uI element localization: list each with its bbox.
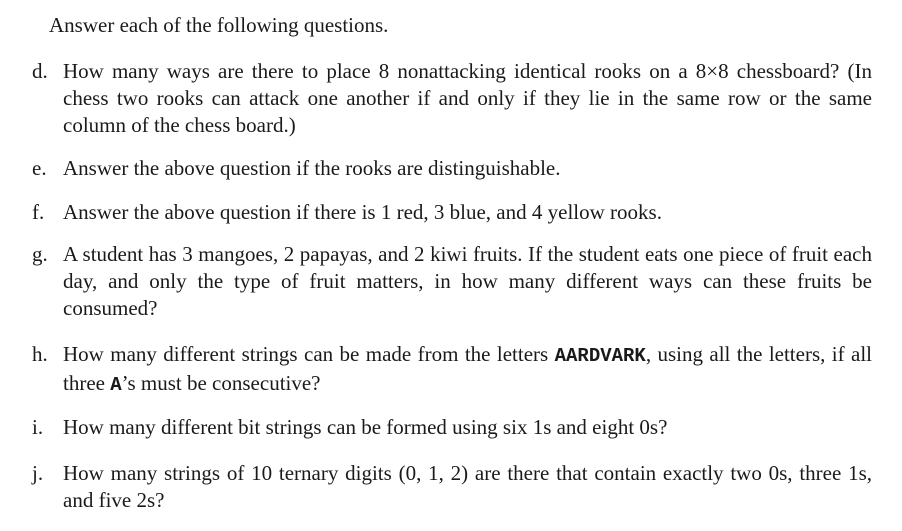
question-text: Answer the above question if there is 1 …	[63, 200, 662, 224]
question-text: How many ways are there to place 8 nonat…	[63, 59, 872, 137]
question-g: g. A student has 3 mangoes, 2 papayas, a…	[32, 241, 872, 322]
question-label: e.	[32, 156, 47, 180]
question-i: i. How many different bit strings can be…	[32, 414, 872, 441]
monospace-word: AARDVARK	[554, 345, 646, 367]
question-label: j.	[32, 461, 44, 485]
monospace-letter: A	[110, 374, 122, 396]
question-text: How many strings of 10 ternary digits (0…	[63, 461, 872, 512]
question-label: d.	[32, 59, 48, 83]
question-j: j. How many strings of 10 ternary digits…	[32, 460, 872, 514]
question-text: A student has 3 mangoes, 2 papayas, and …	[63, 242, 872, 320]
question-d: d. How many ways are there to place 8 no…	[32, 58, 872, 139]
question-label: f.	[32, 200, 45, 224]
question-label: h.	[32, 342, 48, 366]
question-text: Answer the above question if the rooks a…	[63, 156, 561, 180]
instructions-heading: Answer each of the following questions.	[49, 13, 389, 37]
question-h: h. How many different strings can be mad…	[32, 341, 872, 399]
question-e: e. Answer the above question if the rook…	[32, 155, 872, 182]
question-label: i.	[32, 415, 44, 439]
question-text: How many different bit strings can be fo…	[63, 415, 668, 439]
text-segment: How many different strings can be made f…	[63, 342, 555, 366]
question-label: g.	[32, 242, 48, 266]
text-segment: ’s must be consecutive?	[121, 371, 321, 395]
question-text: How many different strings can be made f…	[63, 341, 872, 399]
question-f: f. Answer the above question if there is…	[32, 199, 872, 226]
